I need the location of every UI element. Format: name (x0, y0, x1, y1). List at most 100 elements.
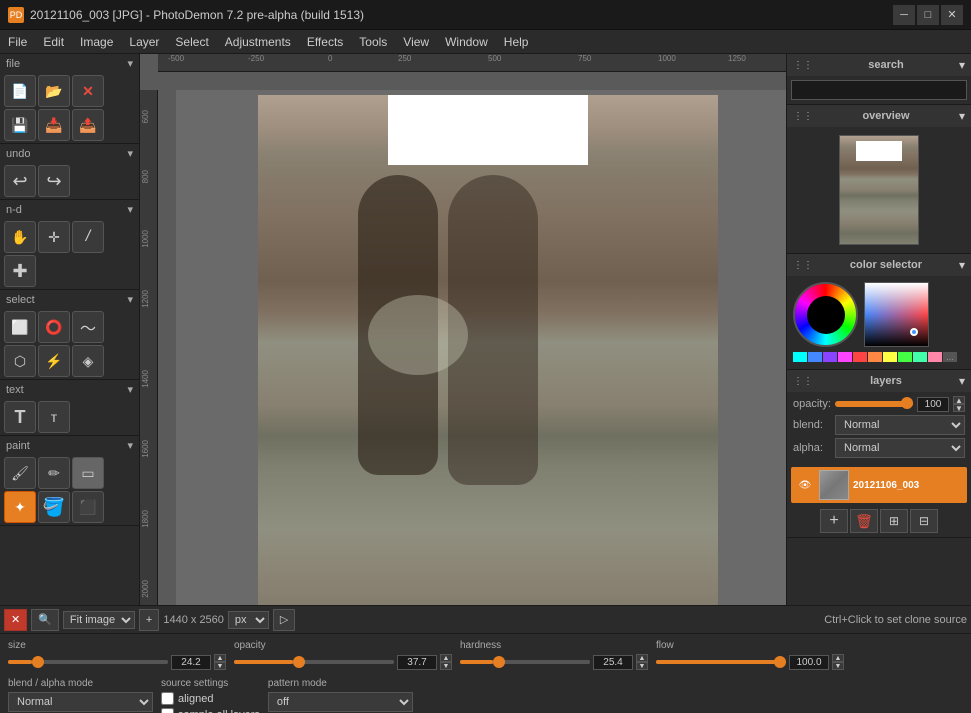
size-slider[interactable] (8, 660, 168, 664)
swatch-purple[interactable] (823, 352, 837, 362)
swatch-green[interactable] (898, 352, 912, 362)
hardness-decrement[interactable]: ▼ (636, 662, 648, 670)
eraser-tool[interactable]: ▭ (72, 457, 104, 489)
crosshair-tool[interactable]: ✚ (4, 255, 36, 287)
close-file-button[interactable]: ✕ (72, 75, 104, 107)
menu-item-layer[interactable]: Layer (121, 30, 167, 53)
layer-visibility-button[interactable]: 👁 (795, 475, 815, 495)
sample-all-layers-checkbox[interactable] (161, 708, 174, 713)
flatten-layer-button[interactable]: ⊟ (910, 509, 938, 533)
quick-sel-tool[interactable]: ◈ (72, 345, 104, 377)
export-button[interactable]: 📤 (72, 109, 104, 141)
flow-input[interactable] (789, 655, 829, 670)
swatch-teal[interactable] (913, 352, 927, 362)
swatch-magenta[interactable] (838, 352, 852, 362)
undo-section-header[interactable]: undo ▾ (0, 144, 139, 163)
rect-sel-tool[interactable]: ⬜ (4, 311, 36, 343)
layer-item-0[interactable]: 👁 20121106_003 (791, 467, 967, 503)
opacity-bar-increment[interactable]: ▲ (440, 654, 452, 662)
hardness-input[interactable] (593, 655, 633, 670)
flow-increment[interactable]: ▲ (832, 654, 844, 662)
save-as-button[interactable]: 📥 (38, 109, 70, 141)
save-button[interactable]: 💾 (4, 109, 36, 141)
color-selector-header[interactable]: ⋮⋮ color selector ▾ (787, 254, 971, 276)
size-decrement[interactable]: ▼ (214, 662, 226, 670)
menu-item-view[interactable]: View (395, 30, 437, 53)
delete-layer-button[interactable]: 🗑 (850, 509, 878, 533)
search-header[interactable]: ⋮⋮ search ▾ (787, 54, 971, 76)
pattern-tool[interactable]: ⬛ (72, 491, 104, 523)
opacity-value[interactable] (917, 397, 949, 412)
swatch-blue-light[interactable] (808, 352, 822, 362)
pencil-tool[interactable]: ✏ (38, 457, 70, 489)
brush-tool[interactable]: 🖌 (4, 457, 36, 489)
magic-wand-tool[interactable]: ⚡ (38, 345, 70, 377)
swatch-orange[interactable] (868, 352, 882, 362)
zoom-tool-button[interactable]: 🔍 (31, 609, 59, 631)
opacity-decrement[interactable]: ▼ (953, 404, 965, 412)
menu-item-effects[interactable]: Effects (299, 30, 351, 53)
zoom-in-button[interactable]: + (139, 609, 159, 631)
hardness-slider[interactable] (460, 660, 590, 664)
menu-item-window[interactable]: Window (437, 30, 496, 53)
paint-section-header[interactable]: paint ▾ (0, 436, 139, 455)
open-button[interactable]: 📂 (38, 75, 70, 107)
text-h-tool[interactable]: T (4, 401, 36, 433)
aligned-checkbox[interactable] (161, 692, 174, 705)
color-gradient[interactable] (864, 282, 929, 347)
size-input[interactable] (171, 655, 211, 670)
layers-header[interactable]: ⋮⋮ layers ▾ (787, 370, 971, 392)
merge-layer-button[interactable]: ⊞ (880, 509, 908, 533)
opacity-bar-input[interactable] (397, 655, 437, 670)
menu-item-file[interactable]: File (0, 30, 35, 53)
blend-select[interactable]: Normal Multiply Screen Overlay (835, 415, 965, 435)
flow-decrement[interactable]: ▼ (832, 662, 844, 670)
minimize-button[interactable]: ─ (893, 5, 915, 25)
cursor-tool-button[interactable]: ▷ (273, 609, 295, 631)
opacity-bar-decrement[interactable]: ▼ (440, 662, 452, 670)
menu-item-select[interactable]: Select (167, 30, 216, 53)
add-layer-button[interactable]: + (820, 509, 848, 533)
select-section-header[interactable]: select ▾ (0, 290, 139, 309)
swatch-yellow[interactable] (883, 352, 897, 362)
opacity-increment[interactable]: ▲ (953, 396, 965, 404)
swatch-cyan[interactable] (793, 352, 807, 362)
opacity-slider[interactable] (234, 660, 394, 664)
swatch-red[interactable] (853, 352, 867, 362)
unit-select[interactable]: px cm in % (228, 611, 269, 629)
canvas-area[interactable]: -500 -250 0 250 500 750 1000 1250 1500 1… (140, 54, 786, 605)
new-button[interactable]: 📄 (4, 75, 36, 107)
overview-header[interactable]: ⋮⋮ overview ▾ (787, 105, 971, 127)
redo-button[interactable]: ↪ (38, 165, 70, 197)
zoom-mode-select[interactable]: Fit image 25% 50% 75% 100% 200% (63, 611, 135, 629)
flow-slider[interactable] (656, 660, 786, 664)
hand-tool[interactable]: ✋ (4, 221, 36, 253)
navigate-section-header[interactable]: n-d ▾ (0, 200, 139, 219)
alpha-select[interactable]: Normal Inherit None (835, 438, 965, 458)
menu-item-edit[interactable]: Edit (35, 30, 72, 53)
menu-item-image[interactable]: Image (72, 30, 121, 53)
swatch-pink[interactable] (928, 352, 942, 362)
blend-mode-select[interactable]: Normal Multiply Screen Overlay (8, 692, 153, 712)
text-section-header[interactable]: text ▾ (0, 380, 139, 399)
pattern-mode-select[interactable]: off pattern 1 pattern 2 (268, 692, 413, 712)
menu-item-adjustments[interactable]: Adjustments (217, 30, 299, 53)
menu-item-help[interactable]: Help (496, 30, 537, 53)
eyedropper-tool[interactable]: / (72, 221, 104, 253)
search-input[interactable] (791, 80, 967, 100)
canvas-content[interactable] (176, 90, 786, 605)
fill-tool[interactable]: 🪣 (38, 491, 70, 523)
size-increment[interactable]: ▲ (214, 654, 226, 662)
hardness-increment[interactable]: ▲ (636, 654, 648, 662)
lasso-tool[interactable]: 〜 (72, 311, 104, 343)
close-button[interactable]: ✕ (941, 5, 963, 25)
menu-item-tools[interactable]: Tools (351, 30, 395, 53)
file-section-header[interactable]: file ▾ (0, 54, 139, 73)
move-tool[interactable]: ✛ (38, 221, 70, 253)
undo-button[interactable]: ↩ (4, 165, 36, 197)
swatch-more[interactable]: … (943, 352, 957, 362)
color-wheel[interactable] (793, 282, 858, 347)
stamp-tool[interactable]: ✦ (4, 491, 36, 523)
poly-lasso-tool[interactable]: ⬡ (4, 345, 36, 377)
text-v-tool[interactable]: ᴛ (38, 401, 70, 433)
